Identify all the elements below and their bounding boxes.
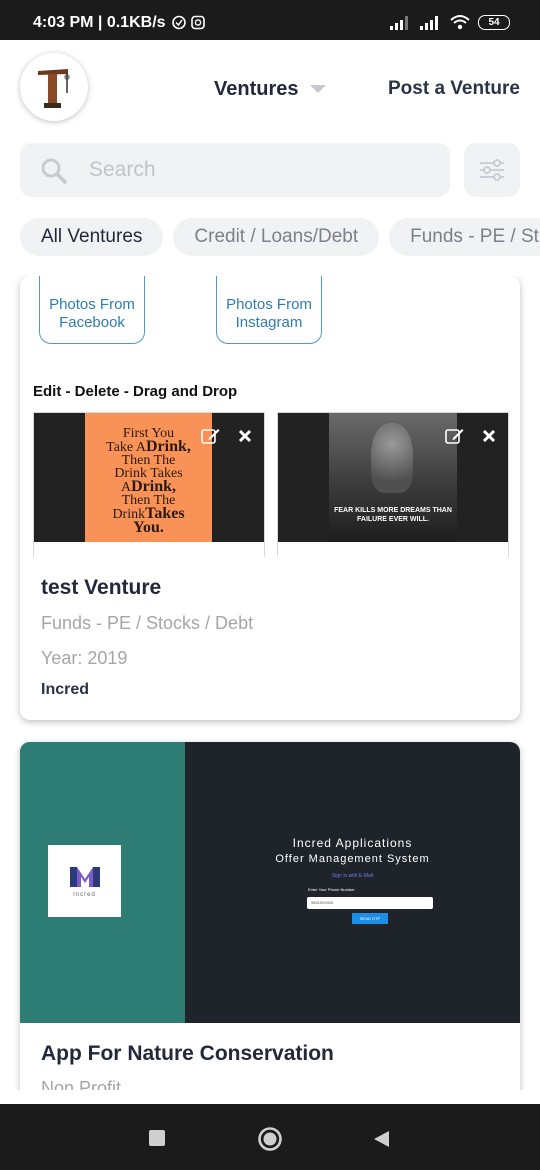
app-logo[interactable]: [20, 53, 88, 121]
photo-actions-2: [445, 427, 496, 444]
venture-card-edit: Photos From Facebook Photos From Instagr…: [20, 276, 520, 720]
photos-facebook-label: Photos From Facebook: [49, 296, 135, 331]
close-icon[interactable]: [482, 429, 496, 443]
search-icon: [41, 158, 67, 184]
chevron-down-icon: [310, 85, 327, 93]
close-icon[interactable]: [238, 429, 252, 443]
recents-button[interactable]: [149, 1130, 165, 1146]
photos-instagram-label: Photos From Instagram: [226, 296, 312, 331]
venture-organization: Incred: [41, 681, 90, 698]
venture-card[interactable]: Incred Incred Applications Offer Managem…: [20, 742, 520, 1090]
status-time: 4:03 PM | 0.1KB/s: [33, 14, 166, 31]
status-notification-icons: [172, 15, 205, 30]
image-send-button: SEND OTP: [352, 913, 388, 924]
battery-icon: 54: [478, 14, 510, 30]
venture-title[interactable]: test Venture: [41, 576, 161, 600]
filter-button[interactable]: [464, 143, 520, 197]
chip-all-ventures[interactable]: All Ventures: [20, 218, 164, 256]
photos-from-instagram-button[interactable]: Photos From Instagram: [216, 276, 322, 344]
sliders-icon: [480, 159, 504, 181]
post-venture-link[interactable]: Post a Venture: [388, 78, 520, 100]
signal-icon-2: [420, 15, 438, 30]
logo-icon: [38, 69, 70, 108]
image-phone-input: 9891900000: [307, 897, 433, 909]
photo-actions-1: [201, 427, 252, 444]
ventures-dropdown[interactable]: Ventures: [214, 78, 327, 101]
photos-from-facebook-button[interactable]: Photos From Facebook: [39, 276, 145, 344]
search-bar[interactable]: Search: [20, 143, 450, 197]
category-chips: All Ventures Credit / Loans/Debt Funds - P…: [20, 218, 540, 258]
incred-logo: Incred: [48, 845, 121, 917]
photo-thumb-2[interactable]: FEAR KILLS MORE DREAMS THAN FAILURE EVER…: [277, 412, 509, 557]
venture-list[interactable]: Photos From Facebook Photos From Instagr…: [0, 276, 540, 1090]
home-button[interactable]: [257, 1126, 283, 1152]
wifi-icon: [450, 15, 470, 30]
venture-title[interactable]: App For Nature Conservation: [41, 1042, 334, 1066]
edit-icon[interactable]: [445, 427, 464, 444]
system-nav-bar: [0, 1104, 540, 1170]
search-placeholder: Search: [89, 158, 156, 181]
incred-logo-icon: [69, 866, 100, 887]
status-bar: 4:03 PM | 0.1KB/s 54: [0, 0, 540, 40]
signal-icon: [390, 15, 408, 30]
venture-category: Non Profit: [41, 1078, 122, 1090]
app-header: Ventures Post a Venture: [0, 40, 540, 140]
chip-credit-loans-debt[interactable]: Credit / Loans/Debt: [173, 218, 380, 256]
chip-funds-pe-stocks[interactable]: Funds - PE / St: [389, 218, 540, 256]
status-system-icons: 54: [390, 14, 510, 30]
image-subheading: Offer Management System: [275, 853, 430, 865]
fear-quote-image: FEAR KILLS MORE DREAMS THAN FAILURE EVER…: [329, 413, 457, 542]
edit-instructions: Edit - Delete - Drag and Drop: [33, 383, 238, 400]
image-heading: Incred Applications: [292, 836, 413, 850]
image-signin: Sign in with E-Mail: [331, 873, 374, 879]
image-phone-label: Enter Your Phone Number: [308, 887, 355, 892]
venture-category: Funds - PE / Stocks / Debt: [41, 613, 254, 633]
venture-image: Incred Incred Applications Offer Managem…: [20, 742, 520, 1023]
venture-year: Year: 2019: [41, 648, 128, 668]
ventures-label: Ventures: [214, 78, 299, 100]
drink-quote-image: First You Take ADrink, Then The Drink Ta…: [85, 413, 212, 542]
edit-icon[interactable]: [201, 427, 220, 444]
back-button[interactable]: [372, 1130, 390, 1148]
photo-thumb-1[interactable]: First You Take ADrink, Then The Drink Ta…: [33, 412, 265, 557]
